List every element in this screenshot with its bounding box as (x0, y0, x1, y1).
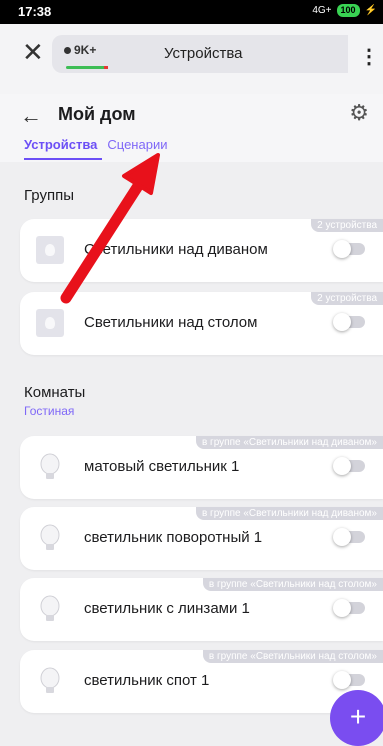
device-card[interactable]: в группе «Светильники над столом» светил… (20, 650, 383, 713)
device-label: светильник с линзами 1 (84, 600, 250, 617)
group-label: Светильники над столом (84, 314, 258, 331)
device-toggle[interactable] (333, 457, 365, 475)
device-card[interactable]: в группе «Светильники над диваном» свети… (20, 507, 383, 570)
device-label: светильник поворотный 1 (84, 529, 263, 546)
status-bar: 17:38 4G+ 100 ⚡ (0, 0, 383, 24)
group-card[interactable]: 2 устройства Светильники над столом (20, 292, 383, 355)
charging-icon: ⚡ (364, 5, 377, 16)
device-label: светильник спот 1 (84, 672, 210, 689)
group-bulb-icon (36, 309, 64, 337)
lightbulb-icon (40, 667, 60, 693)
device-count-badge: 2 устройства (311, 292, 383, 305)
group-card[interactable]: 2 устройства Светильники над диваном (20, 219, 383, 282)
device-toggle[interactable] (333, 528, 365, 546)
device-toggle[interactable] (333, 599, 365, 617)
room-name[interactable]: Гостиная (24, 404, 74, 418)
group-membership-badge: в группе «Светильники над столом» (202, 650, 383, 663)
browser-tab[interactable]: 9K+ Устройства (52, 35, 348, 73)
status-time: 17:38 (18, 4, 52, 19)
group-membership-badge: в группе «Светильники над диваном» (195, 507, 383, 520)
add-button[interactable]: + (330, 690, 383, 746)
status-icons: 4G+ 100 ⚡ (312, 4, 377, 17)
rooms-heading: Комнаты (24, 384, 86, 401)
group-bulb-icon (36, 236, 64, 264)
device-toggle[interactable] (333, 671, 365, 689)
lightbulb-icon (40, 524, 60, 550)
group-membership-badge: в группе «Светильники над диваном» (195, 436, 383, 449)
security-indicator (66, 66, 108, 69)
tab-bar: Устройства Сценарии (24, 137, 167, 160)
browser-bar: ✕ 9K+ Устройства ⋮ (0, 24, 383, 94)
tab-counter[interactable]: 9K+ (64, 43, 96, 57)
device-label: матовый светильник 1 (84, 458, 240, 475)
device-card[interactable]: в группе «Светильники над столом» светил… (20, 578, 383, 641)
tab-title: Устройства (164, 45, 243, 62)
back-arrow-icon[interactable]: ← (20, 103, 42, 129)
device-count-badge: 2 устройства (311, 219, 383, 232)
tab-scenarios[interactable]: Сценарии (107, 137, 167, 152)
group-label: Светильники над диваном (84, 241, 268, 258)
group-membership-badge: в группе «Светильники над столом» (202, 578, 383, 591)
tab-devices[interactable]: Устройства (24, 137, 103, 160)
battery-icon: 100 (336, 4, 360, 17)
page-title: Мой дом (58, 104, 136, 124)
group-toggle[interactable] (333, 313, 365, 331)
lightbulb-icon (40, 453, 60, 479)
close-icon[interactable]: ✕ (22, 39, 44, 65)
gear-icon[interactable]: ⚙ (349, 100, 369, 126)
lightbulb-icon (40, 595, 60, 621)
group-toggle[interactable] (333, 240, 365, 258)
groups-heading: Группы (24, 187, 74, 204)
app-header: ← Мой дом ⚙ Устройства Сценарии (0, 94, 383, 162)
signal-icon: 4G+ (312, 5, 332, 16)
device-card[interactable]: в группе «Светильники над диваном» матов… (20, 436, 383, 499)
menu-icon[interactable]: ⋮ (359, 44, 379, 69)
